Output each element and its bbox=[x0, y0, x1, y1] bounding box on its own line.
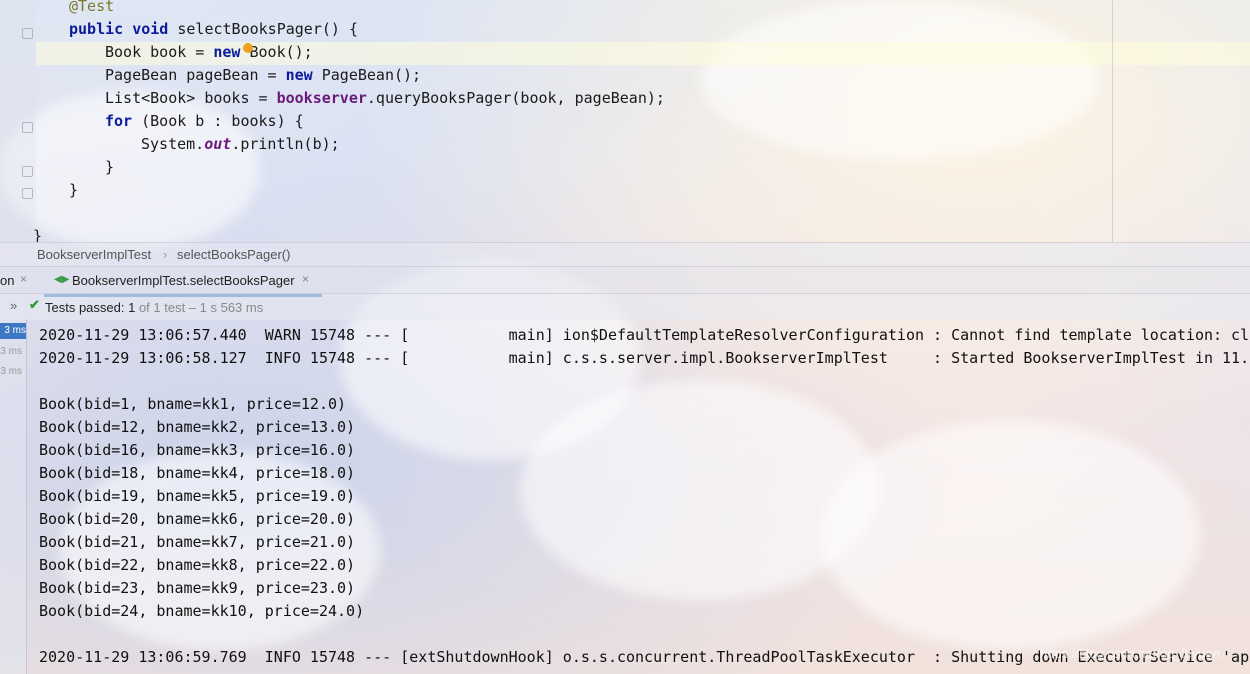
test-status-bar: » ✔ Tests passed: 1 of 1 test – 1 s 563 … bbox=[0, 293, 1250, 320]
code-line[interactable]: public void selectBooksPager() { bbox=[69, 18, 358, 41]
code-text: .queryBooksPager(book, pageBean); bbox=[366, 89, 665, 107]
console-line: Book(bid=18, bname=kk4, price=18.0) bbox=[39, 464, 356, 482]
breadcrumb-class[interactable]: BookserverImplTest bbox=[37, 247, 151, 262]
code-editor[interactable]: @Test public void selectBooksPager() { B… bbox=[0, 0, 1250, 242]
expand-chevron-icon[interactable]: » bbox=[10, 298, 17, 313]
tab-label: BookserverImplTest.selectBooksPager bbox=[72, 273, 295, 288]
fold-marker[interactable] bbox=[22, 188, 33, 199]
code-text: Book book = bbox=[105, 43, 214, 61]
intention-bulb-icon[interactable] bbox=[243, 43, 253, 53]
annotation-token: @Test bbox=[69, 0, 115, 15]
console-line: Book(bid=1, bname=kk1, price=12.0) bbox=[39, 395, 347, 413]
breadcrumb-method[interactable]: selectBooksPager() bbox=[177, 247, 290, 262]
test-tree-row[interactable]: 3 ms bbox=[0, 346, 22, 357]
code-text: System. bbox=[141, 135, 205, 153]
console-line: Book(bid=19, bname=kk5, price=19.0) bbox=[39, 487, 356, 505]
test-tree-row[interactable]: 3 ms bbox=[0, 366, 22, 377]
console-line: 2020-11-29 13:06:58.127 INFO 15748 --- [… bbox=[39, 349, 1250, 367]
keyword-token: new bbox=[285, 66, 313, 84]
console-line: Book(bid=21, bname=kk7, price=21.0) bbox=[39, 533, 356, 551]
fold-marker[interactable] bbox=[22, 28, 33, 39]
code-text: } bbox=[69, 181, 79, 199]
check-icon: ✔ bbox=[29, 297, 40, 312]
field-token: bookserver bbox=[276, 89, 367, 107]
fold-marker[interactable] bbox=[22, 122, 33, 133]
console-line: 2020-11-29 13:06:57.440 WARN 15748 --- [… bbox=[39, 326, 1250, 344]
code-text: PageBean(); bbox=[312, 66, 422, 84]
console-line: Book(bid=12, bname=kk2, price=13.0) bbox=[39, 418, 356, 436]
run-test-icon: ◀▶ bbox=[54, 274, 70, 285]
test-tree-row-selected[interactable]: 3 ms bbox=[0, 323, 26, 339]
code-text: } bbox=[33, 227, 43, 242]
code-line[interactable]: Book book = new Book(); bbox=[105, 41, 313, 64]
close-icon[interactable]: × bbox=[302, 272, 309, 286]
code-line[interactable]: } bbox=[33, 225, 42, 242]
test-result-text: Tests passed: 1 of 1 test – 1 s 563 ms bbox=[45, 300, 263, 315]
console-line: Book(bid=16, bname=kk3, price=16.0) bbox=[39, 441, 356, 459]
code-text: } bbox=[105, 158, 115, 176]
console-line: Book(bid=24, bname=kk10, price=24.0) bbox=[39, 602, 365, 620]
code-line[interactable]: List<Book> books = bookserver.queryBooks… bbox=[105, 87, 665, 110]
watermark: https://blog.csdn.net/qq_leyuan bbox=[1040, 646, 1220, 661]
tests-passed-detail: of 1 test – 1 s 563 ms bbox=[135, 300, 264, 315]
console-line: Book(bid=20, bname=kk6, price=20.0) bbox=[39, 510, 356, 528]
fold-marker[interactable] bbox=[22, 166, 33, 177]
test-tree: 3 ms 3 ms 3 ms bbox=[0, 319, 27, 674]
static-field-token: out bbox=[204, 135, 232, 153]
code-text: List<Book> books = bbox=[105, 89, 277, 107]
code-line[interactable]: PageBean pageBean = new PageBean(); bbox=[105, 64, 421, 87]
code-line[interactable]: System.out.println(b); bbox=[141, 133, 340, 156]
right-margin-guide bbox=[1112, 0, 1113, 242]
keyword-token: public void bbox=[69, 20, 169, 38]
code-text: (Book b : books) { bbox=[132, 112, 304, 130]
tests-passed-label: Tests passed: 1 bbox=[45, 300, 136, 315]
code-text: .println(b); bbox=[231, 135, 340, 153]
breadcrumb-separator: › bbox=[163, 247, 168, 262]
code-text: PageBean pageBean = bbox=[105, 66, 286, 84]
tab-previous[interactable]: on bbox=[0, 273, 14, 288]
console-line: Book(bid=23, bname=kk9, price=23.0) bbox=[39, 579, 356, 597]
code-line[interactable]: } bbox=[69, 179, 78, 202]
console-line: Book(bid=22, bname=kk8, price=22.0) bbox=[39, 556, 356, 574]
run-tab-bar: on × ◀▶ BookserverImplTest.selectBooksPa… bbox=[0, 266, 1250, 297]
editor-gutter bbox=[0, 0, 36, 242]
keyword-token: for bbox=[105, 112, 133, 130]
code-line[interactable]: } bbox=[105, 156, 114, 179]
code-line[interactable]: @Test bbox=[69, 0, 114, 18]
code-text: selectBooksPager() { bbox=[168, 20, 358, 38]
breadcrumb: BookserverImplTest › selectBooksPager() bbox=[0, 242, 1250, 267]
console-output[interactable]: 2020-11-29 13:06:57.440 WARN 15748 --- [… bbox=[26, 319, 1250, 674]
close-icon[interactable]: × bbox=[20, 272, 27, 286]
keyword-token: new bbox=[213, 43, 241, 61]
code-line[interactable]: for (Book b : books) { bbox=[105, 110, 304, 133]
